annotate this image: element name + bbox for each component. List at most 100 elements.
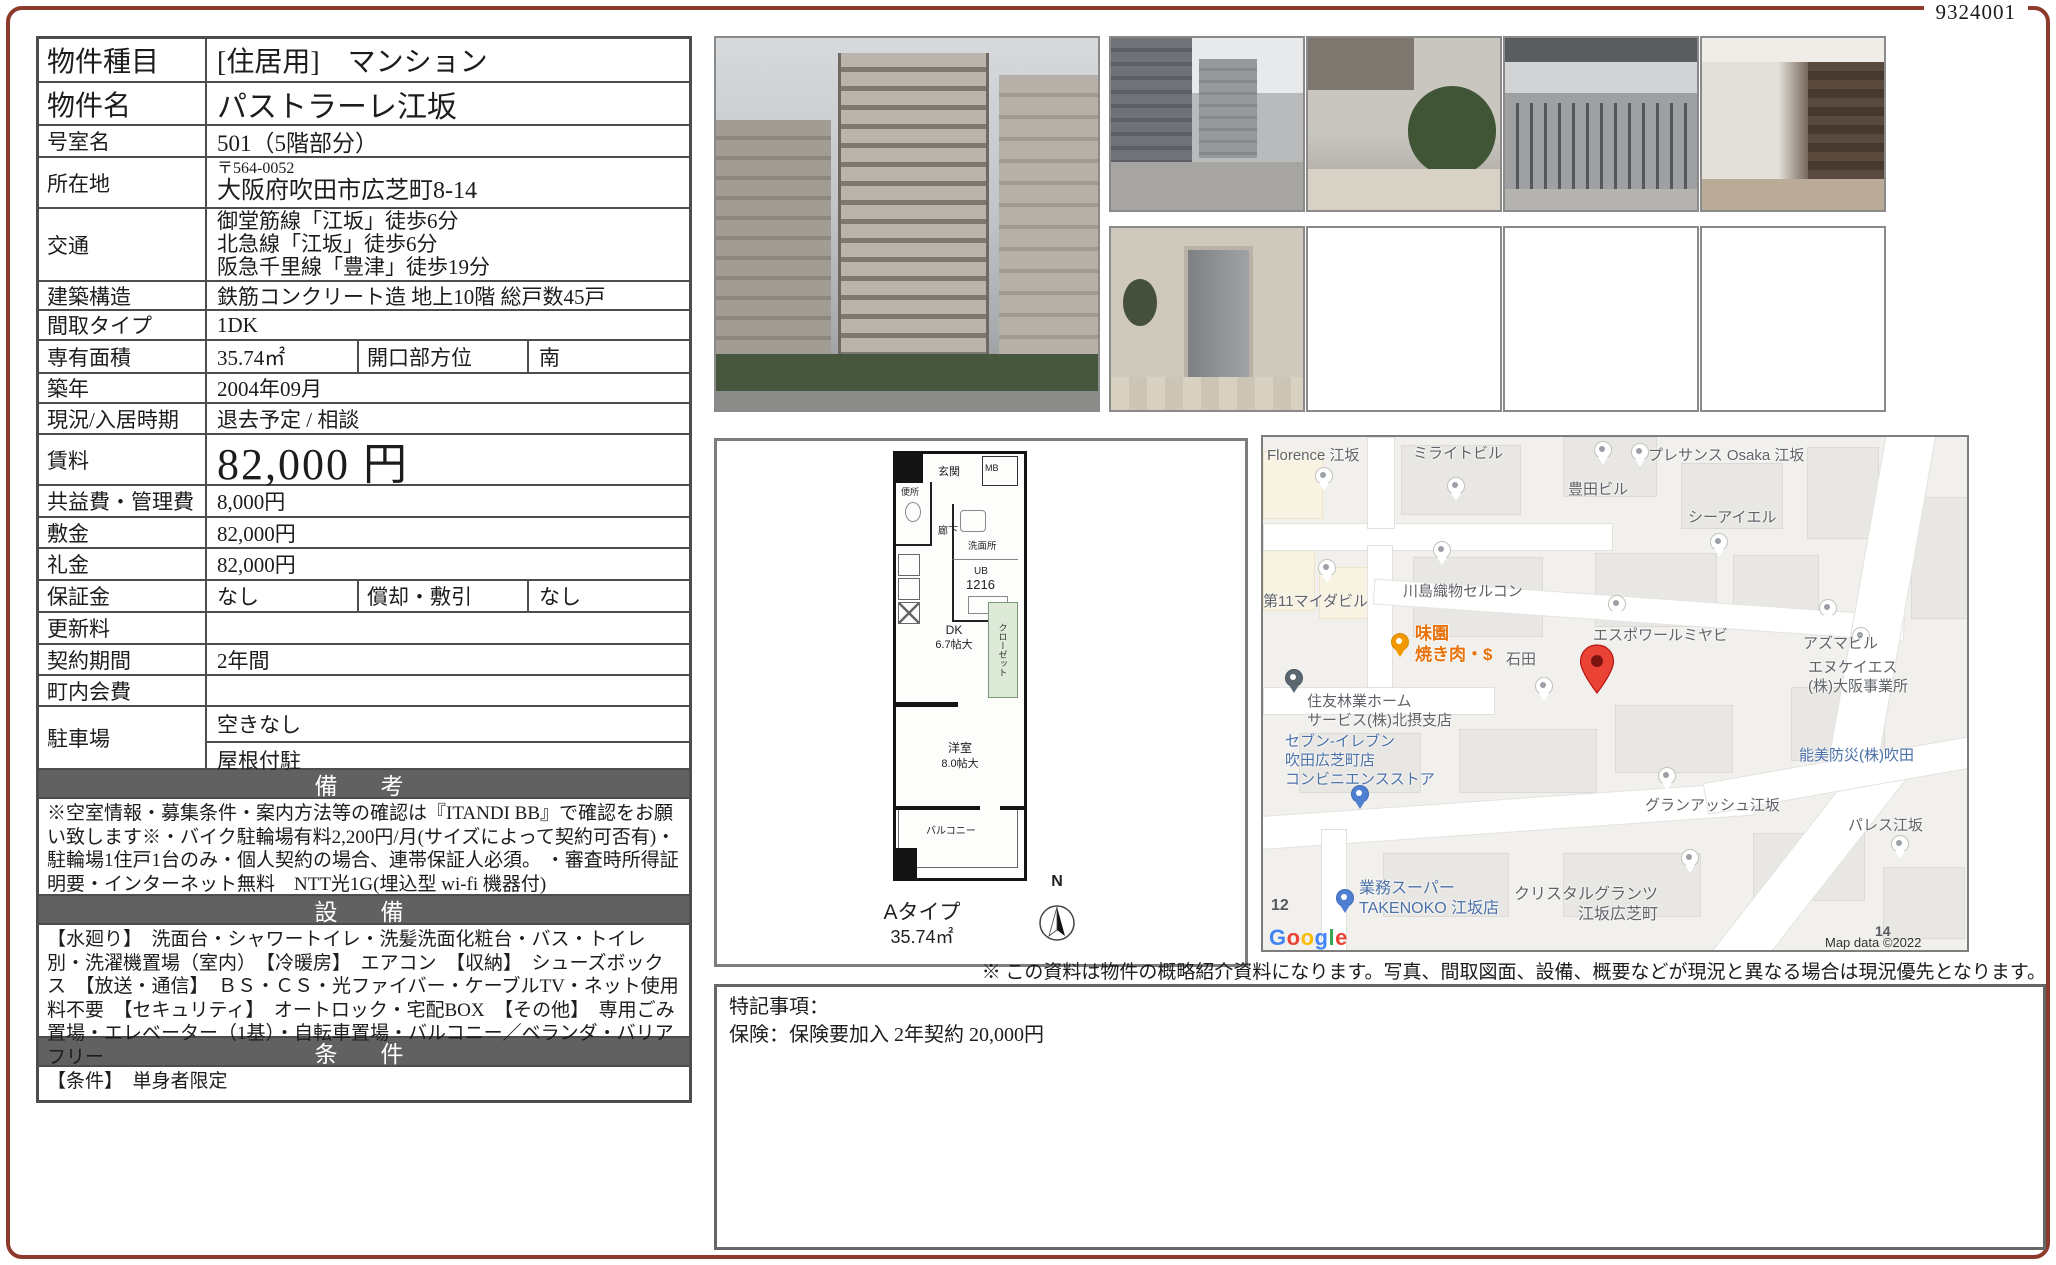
map-pin xyxy=(1681,849,1699,867)
table-row: 交通 御堂筋線「江坂」徒歩6分 北急線「江坂」徒歩6分 阪急千里線「豊津」徒歩1… xyxy=(39,207,689,280)
map-label: グランアッシュ江坂 xyxy=(1645,797,1780,816)
floorplan-box: 玄関 MB 便所 廊下 洗面所 UB 1216 クローゼット DK 6.7帖大 … xyxy=(714,438,1248,967)
floorplan-type-area: 35.74㎡ xyxy=(867,923,977,949)
map-label: ミライトビル xyxy=(1413,445,1503,464)
map-pin-supermarket xyxy=(1336,889,1354,907)
table-row: 敷金 82,000円 xyxy=(39,516,689,547)
map-label: 住友林業ホーム サービス(株)北摂支店 xyxy=(1307,693,1452,731)
row-value: 501（5階部分） xyxy=(207,126,689,156)
property-table: 物件種目 [住居用] マンション 物件名 パストラーレ江坂 号室名 501（5階… xyxy=(36,36,692,1103)
photo-placeholder-empty xyxy=(1503,226,1699,412)
row-value: 8,000円 xyxy=(207,486,689,516)
row-value xyxy=(207,676,689,705)
table-row: 所在地 〒564-0052 大阪府吹田市広芝町8-14 xyxy=(39,156,689,207)
postal-code: 〒564-0052 xyxy=(217,160,294,178)
row-label: 建築構造 xyxy=(39,282,207,309)
table-row: 契約期間 2年間 xyxy=(39,643,689,674)
row-value: 2年間 xyxy=(207,645,689,674)
table-row: 保証金 なし 償却・敷引 なし xyxy=(39,579,689,611)
row-label: 礼金 xyxy=(39,549,207,579)
table-row: 号室名 501（5階部分） xyxy=(39,124,689,156)
google-logo[interactable]: Google xyxy=(1269,925,1348,951)
map-pin xyxy=(1710,533,1728,551)
map-canvas[interactable]: Florence 江坂 ミライトビル プレサンス Osaka 江坂 豊田ビル シ… xyxy=(1261,435,1969,952)
photo-placeholder-empty xyxy=(1700,226,1886,412)
photo-corridor xyxy=(1700,36,1886,212)
sub-value: 南 xyxy=(529,341,689,372)
row-label: 物件名 xyxy=(39,83,207,124)
table-row: 専有面積 35.74㎡ 開口部方位 南 xyxy=(39,339,689,372)
map-attribution: Map data ©2022 xyxy=(1825,935,1921,950)
map-label: 石田 xyxy=(1506,651,1536,670)
remarks-text: ※空室情報・募集条件・案内方法等の確認は『ITANDI BB』で確認をお願い致し… xyxy=(39,797,689,894)
parking-type: 屋根付駐 xyxy=(207,743,689,777)
logo-letter: e xyxy=(1335,925,1348,950)
map-label-company: 能美防災(株)吹田 xyxy=(1799,747,1914,766)
special-notes-title: 特記事項： xyxy=(729,993,2031,1021)
row-value: 1DK xyxy=(207,311,689,339)
map-road xyxy=(1367,437,1395,529)
row-label: 築年 xyxy=(39,374,207,402)
map-pin xyxy=(1447,477,1465,495)
floorplan-mb-label: MB xyxy=(985,464,999,474)
floorplan-room-label: 洋室 xyxy=(920,742,1000,755)
map-pin xyxy=(1594,441,1612,459)
table-row: 間取タイプ 1DK xyxy=(39,309,689,339)
photo-elevator-hall xyxy=(1109,226,1305,412)
map-marker-property xyxy=(1578,643,1616,697)
row-label: 号室名 xyxy=(39,126,207,156)
special-notes-box: 特記事項： 保険：保険要加入 2年契約 20,000円 xyxy=(714,984,2046,1250)
row-label: 駐車場 xyxy=(39,707,207,768)
row-label: 敷金 xyxy=(39,518,207,547)
row-label: 現況/入居時期 xyxy=(39,404,207,433)
photo-placeholder-empty xyxy=(1306,226,1502,412)
floorplan-room-size: 8.0帖大 xyxy=(920,758,1000,770)
property-flyer-page: { "page": { "id_number": "9324001" }, "p… xyxy=(0,0,2056,1265)
special-notes-text: 保険：保険要加入 2年契約 20,000円 xyxy=(729,1021,2031,1049)
floorplan-balcony-label: バルコニー xyxy=(926,826,976,837)
map-pin-company xyxy=(1285,669,1303,687)
row-label: 更新料 xyxy=(39,613,207,643)
row-value: 35.74㎡ xyxy=(207,341,357,372)
photo-bicycle-parking xyxy=(1503,36,1699,212)
table-row: 礼金 82,000円 xyxy=(39,547,689,579)
logo-letter: g xyxy=(1315,925,1329,950)
row-label: 交通 xyxy=(39,209,207,280)
access-line: 阪急千里線「豊津」徒歩19分 xyxy=(217,256,490,279)
row-label: 所在地 xyxy=(39,158,207,207)
map-label: プレサンス Osaka 江坂 xyxy=(1648,447,1804,466)
row-value: 82,000円 xyxy=(207,549,689,579)
map-pin xyxy=(1608,595,1626,613)
row-label: 物件種目 xyxy=(39,39,207,81)
photo-entrance xyxy=(1306,36,1502,212)
map-pin xyxy=(1315,467,1333,485)
row-value: 82,000円 xyxy=(207,518,689,547)
row-label: 共益費・管理費 xyxy=(39,486,207,516)
access-line: 御堂筋線「江坂」徒歩6分 xyxy=(217,210,459,233)
conditions-text: 【条件】 単身者限定 xyxy=(39,1065,689,1100)
equipment-text: 【水廻り】 洗面台・シャワートイレ・洗髪洗面化粧台・バス・トイレ別・洗濯機置場（… xyxy=(39,923,689,1036)
table-row: 更新料 xyxy=(39,611,689,643)
floorplan-dk-label: DK xyxy=(924,624,984,637)
road-number: 12 xyxy=(1271,897,1289,915)
table-row: 駐車場 空きなし 屋根付駐 xyxy=(39,705,689,768)
photo-street-view xyxy=(1109,36,1305,212)
floorplan-toilet-label: 便所 xyxy=(901,488,919,498)
row-value: [住居用] マンション xyxy=(207,39,689,81)
map-pin xyxy=(1433,541,1451,559)
compass-icon xyxy=(1035,891,1079,951)
map-pin-restaurant xyxy=(1391,633,1409,651)
map-label-restaurant: 味園 焼き肉・$ xyxy=(1415,623,1492,666)
address-text: 大阪府吹田市広芝町8-14 xyxy=(217,178,477,205)
table-row: 物件種目 [住居用] マンション xyxy=(39,39,689,81)
sub-label: 開口部方位 xyxy=(357,341,529,372)
map-label: シーアイエル xyxy=(1688,509,1777,528)
map-pin xyxy=(1631,443,1649,461)
floorplan-bath-label: UB xyxy=(974,566,988,577)
map-label: パレス江坂 xyxy=(1848,817,1923,836)
map-label: 第11マイダビル xyxy=(1263,593,1368,612)
table-row: 物件名 パストラーレ江坂 xyxy=(39,81,689,124)
table-row: 築年 2004年09月 xyxy=(39,372,689,402)
row-value: パストラーレ江坂 xyxy=(207,83,689,124)
row-label: 専有面積 xyxy=(39,341,207,372)
